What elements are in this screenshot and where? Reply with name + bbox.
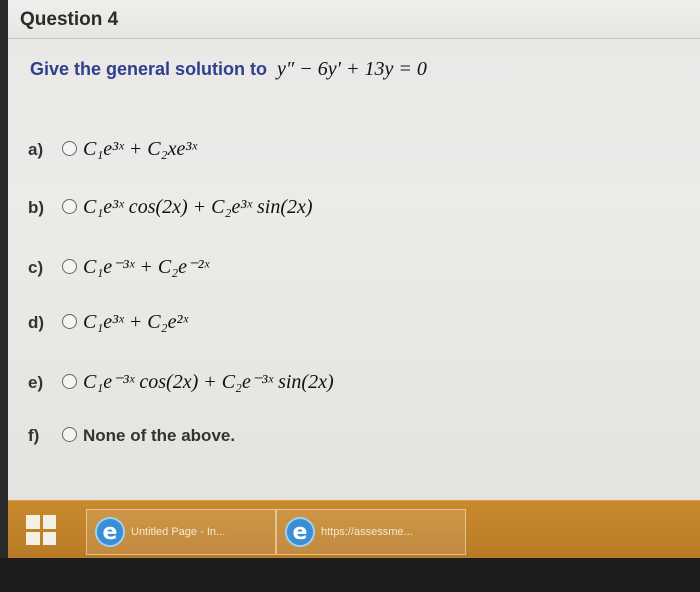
radio-button-a[interactable] xyxy=(62,141,77,156)
question-prompt: Give the general solution to y″ − 6y′ + … xyxy=(30,58,427,81)
taskbar-item-label: Untitled Page - In... xyxy=(131,526,226,538)
answer-option-a[interactable]: a) C₁e³ˣ + C₂xe³ˣ xyxy=(28,138,197,161)
option-expression: C₁e³ˣ + C₂e²ˣ xyxy=(83,311,189,333)
answer-option-e[interactable]: e) C₁e⁻³ˣ cos(2x) + C₂e⁻³ˣ sin(2x) xyxy=(28,369,334,394)
taskbar-item-assessment[interactable]: e https://assessme... xyxy=(276,509,466,555)
answer-option-d[interactable]: d) C₁e³ˣ + C₂e²ˣ xyxy=(28,311,188,334)
answer-option-b[interactable]: b) C₁e³ˣ cos(2x) + C₂e³ˣ sin(2x) xyxy=(28,196,313,219)
option-expression: C₁e³ˣ + C₂xe³ˣ xyxy=(83,138,197,160)
windows-start-icon[interactable] xyxy=(26,515,56,545)
internet-explorer-icon: e xyxy=(95,517,125,547)
internet-explorer-icon: e xyxy=(285,517,315,547)
option-letter: f) xyxy=(28,426,40,445)
radio-button-b[interactable] xyxy=(62,199,77,214)
differential-equation: y″ − 6y′ + 13y = 0 xyxy=(277,58,427,80)
option-letter: b) xyxy=(28,198,45,217)
taskbar-item-label: https://assessme... xyxy=(321,526,413,538)
option-letter: e) xyxy=(28,373,44,392)
browser-page: Question 4 Give the general solution to … xyxy=(8,0,700,500)
radio-button-c[interactable] xyxy=(62,259,77,274)
option-letter: a) xyxy=(28,140,44,159)
question-title: Question 4 xyxy=(20,9,119,30)
windows-taskbar: e Untitled Page - In... e https://assess… xyxy=(8,500,700,559)
radio-button-e[interactable] xyxy=(62,374,77,389)
option-letter: d) xyxy=(28,313,45,332)
radio-button-d[interactable] xyxy=(62,314,77,329)
monitor-bezel xyxy=(0,558,700,592)
option-expression: C₁e⁻³ˣ cos(2x) + C₂e⁻³ˣ sin(2x) xyxy=(83,371,334,393)
prompt-text: Give the general solution to xyxy=(30,59,268,79)
option-expression: C₁e⁻³ˣ + C₂e⁻²ˣ xyxy=(83,256,210,278)
option-expression: C₁e³ˣ cos(2x) + C₂e³ˣ sin(2x) xyxy=(83,196,313,218)
answer-option-f[interactable]: f) None of the above. xyxy=(28,426,235,446)
option-text: None of the above. xyxy=(83,426,236,445)
option-letter: c) xyxy=(28,258,44,277)
taskbar-item-untitled-page[interactable]: e Untitled Page - In... xyxy=(86,509,276,555)
question-header: Question 4 xyxy=(8,0,700,39)
radio-button-f[interactable] xyxy=(62,427,77,442)
answer-option-c[interactable]: c) C₁e⁻³ˣ + C₂e⁻²ˣ xyxy=(28,254,209,279)
